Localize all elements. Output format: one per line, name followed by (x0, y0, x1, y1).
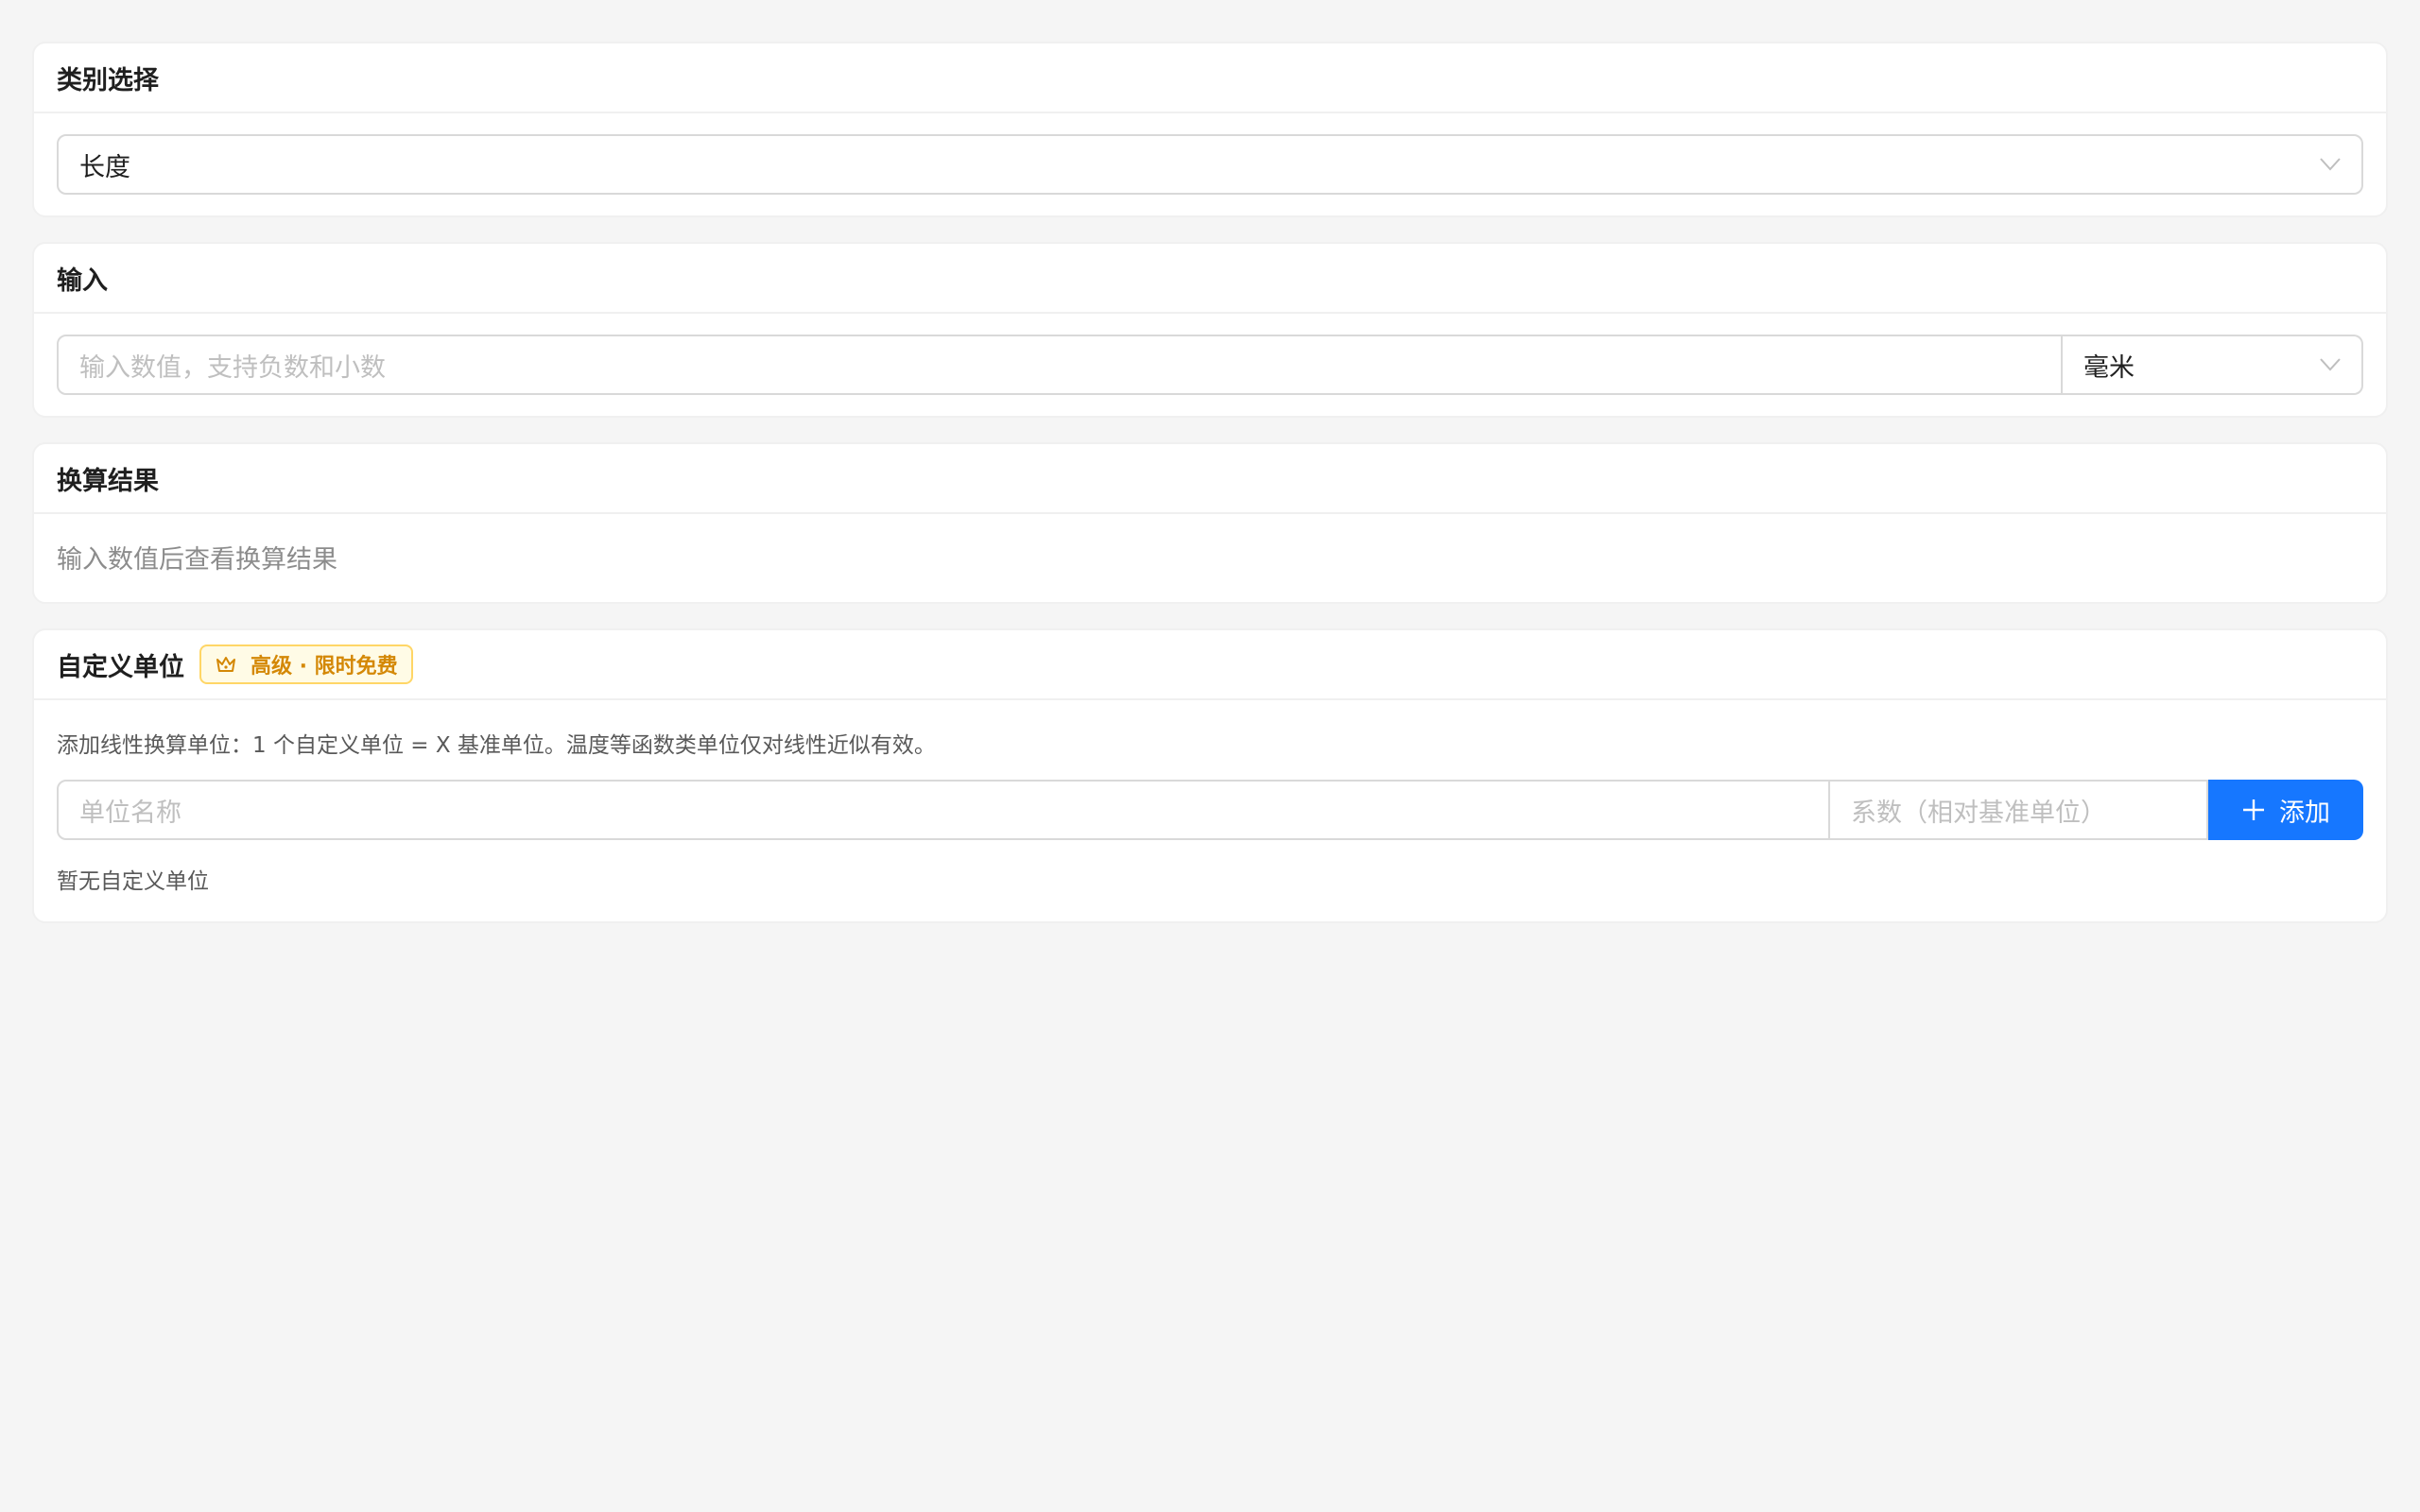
value-input[interactable]: 输入数值，支持负数和小数 (57, 335, 2063, 395)
premium-badge-label: 高级 · 限时免费 (251, 655, 398, 679)
page: 类别选择 长度 输入 输入数值，支持负数和小数 毫米 换算结果 输入数值后查看换… (0, 0, 2420, 923)
unit-selected-value: 毫米 (2083, 352, 2135, 383)
unit-name-placeholder: 单位名称 (79, 798, 182, 828)
result-empty-text: 输入数值后查看换算结果 (57, 545, 337, 575)
custom-unit-description: 添加线性换算单位：1 个自定义单位 = X 基准单位。温度等函数类单位仅对线性近… (57, 733, 936, 758)
result-card: 换算结果 输入数值后查看换算结果 (32, 442, 2388, 604)
premium-badge: 高级 · 限时免费 (199, 644, 413, 684)
plus-icon (2243, 799, 2264, 820)
unit-select[interactable]: 毫米 (2063, 335, 2363, 395)
value-input-group: 输入数值，支持负数和小数 毫米 (57, 335, 2363, 395)
add-button[interactable]: 添加 (2208, 780, 2363, 840)
category-select[interactable]: 长度 (57, 134, 2363, 195)
chevron-down-icon (2320, 358, 2341, 371)
input-card: 输入 输入数值，支持负数和小数 毫米 (32, 242, 2388, 418)
category-card: 类别选择 长度 (32, 42, 2388, 217)
add-unit-row: 单位名称 系数（相对基准单位） 添加 (57, 780, 2363, 840)
chevron-down-icon (2320, 158, 2341, 171)
category-title: 类别选择 (34, 43, 2386, 113)
custom-unit-title: 自定义单位 (57, 652, 184, 682)
input-title: 输入 (34, 244, 2386, 314)
custom-unit-empty-text: 暂无自定义单位 (57, 869, 209, 894)
custom-unit-card: 自定义单位 高级 · 限时免费 添加线性换算单位：1 个自定义单位 = X 基准… (32, 628, 2388, 923)
add-button-label: 添加 (2279, 798, 2330, 827)
result-title: 换算结果 (34, 444, 2386, 514)
crown-icon (216, 657, 235, 672)
coefficient-placeholder: 系数（相对基准单位） (1851, 798, 2106, 828)
unit-name-input[interactable]: 单位名称 (57, 780, 1830, 840)
coefficient-input[interactable]: 系数（相对基准单位） (1830, 780, 2208, 840)
category-selected-value: 长度 (79, 152, 130, 182)
value-input-placeholder: 输入数值，支持负数和小数 (79, 352, 386, 383)
